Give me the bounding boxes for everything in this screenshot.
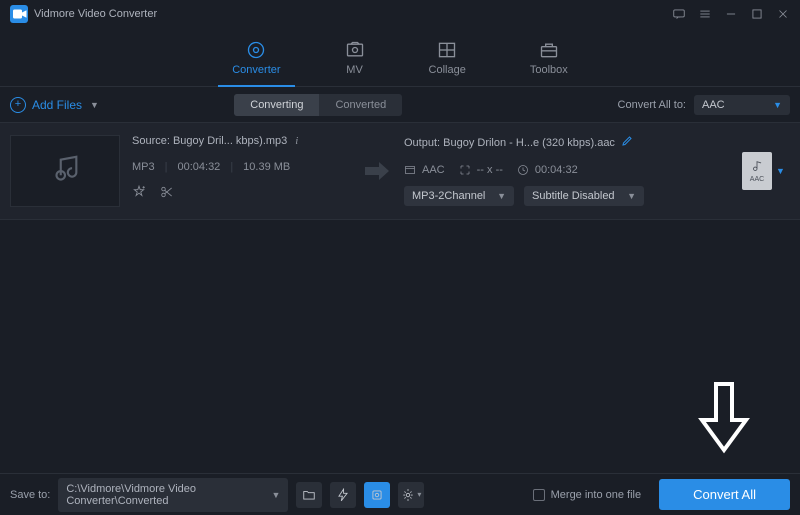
- sub-toolbar: + Add Files ▼ Converting Converted Conve…: [0, 87, 800, 123]
- music-note-icon: [750, 160, 764, 174]
- output-resolution: -- x --: [477, 164, 503, 176]
- maximize-button[interactable]: [750, 7, 764, 21]
- chevron-down-icon: ▼: [627, 191, 636, 201]
- main-tabs: Converter MV Collage Toolbox: [0, 28, 800, 87]
- tab-mv[interactable]: MV: [341, 34, 369, 86]
- app-title: Vidmore Video Converter: [34, 8, 157, 20]
- tab-label: Collage: [429, 64, 466, 76]
- merge-label: Merge into one file: [551, 489, 642, 501]
- feedback-icon[interactable]: [672, 7, 686, 21]
- open-folder-button[interactable]: [296, 482, 322, 508]
- subtitle-select[interactable]: Subtitle Disabled▼: [524, 186, 644, 206]
- music-note-icon: [48, 154, 82, 188]
- trim-icon[interactable]: [160, 185, 174, 199]
- converter-icon: [246, 40, 266, 60]
- checkbox-box: [533, 489, 545, 501]
- convert-all-to-label: Convert All to:: [618, 99, 686, 111]
- footer-bar: Save to: C:\Vidmore\Vidmore Video Conver…: [0, 473, 800, 515]
- close-button[interactable]: [776, 7, 790, 21]
- edit-icon[interactable]: [621, 135, 633, 150]
- output-filename: Output: Bugoy Drilon - H...e (320 kbps).…: [404, 137, 615, 149]
- status-segmented: Converting Converted: [234, 94, 402, 116]
- speed-button[interactable]: [330, 482, 356, 508]
- chevron-down-icon: ▼: [271, 490, 280, 500]
- chevron-down-icon: ▼: [773, 100, 782, 110]
- file-row: Source: Bugoy Dril... kbps).mp3 i MP3| 0…: [0, 123, 800, 220]
- menu-icon[interactable]: [698, 7, 712, 21]
- settings-button[interactable]: ▾: [398, 482, 424, 508]
- callout-arrow-icon: [696, 380, 752, 461]
- format-icon: [404, 164, 416, 176]
- tab-converter[interactable]: Converter: [228, 34, 284, 86]
- convert-all-to-value: AAC: [702, 99, 725, 111]
- effects-icon[interactable]: [132, 185, 146, 199]
- tab-toolbox[interactable]: Toolbox: [526, 34, 572, 86]
- add-files-label: Add Files: [32, 98, 82, 112]
- seg-converting[interactable]: Converting: [234, 94, 319, 116]
- resolution-icon: [459, 164, 471, 176]
- source-format: MP3: [132, 161, 155, 173]
- source-size: 10.39 MB: [243, 161, 290, 173]
- target-format-badge: AAC: [750, 176, 764, 183]
- save-to-label: Save to:: [10, 489, 50, 501]
- tab-label: MV: [346, 64, 363, 76]
- arrow-icon: [362, 162, 392, 180]
- save-path-value: C:\Vidmore\Vidmore Video Converter\Conve…: [66, 483, 271, 507]
- seg-converted[interactable]: Converted: [319, 94, 402, 116]
- minimize-button[interactable]: [724, 7, 738, 21]
- chevron-down-icon: ▼: [90, 100, 99, 110]
- output-format-tile[interactable]: AAC: [742, 152, 772, 190]
- source-duration: 00:04:32: [177, 161, 220, 173]
- app-logo-icon: [10, 5, 28, 23]
- tab-collage[interactable]: Collage: [425, 34, 470, 86]
- source-filename: Source: Bugoy Dril... kbps).mp3: [132, 135, 287, 147]
- add-files-button[interactable]: + Add Files ▼: [10, 97, 99, 113]
- file-thumbnail[interactable]: [10, 135, 120, 207]
- clock-icon: [517, 164, 529, 176]
- output-duration: 00:04:32: [535, 164, 578, 176]
- tab-label: Converter: [232, 64, 280, 76]
- plus-icon: +: [10, 97, 26, 113]
- tab-label: Toolbox: [530, 64, 568, 76]
- mv-icon: [345, 40, 365, 60]
- info-icon[interactable]: i: [295, 135, 298, 147]
- convert-all-to-select[interactable]: AAC ▼: [694, 95, 790, 115]
- title-bar: Vidmore Video Converter: [0, 0, 800, 28]
- save-path-select[interactable]: C:\Vidmore\Vidmore Video Converter\Conve…: [58, 478, 288, 512]
- convert-all-button[interactable]: Convert All: [659, 479, 790, 510]
- merge-checkbox[interactable]: Merge into one file: [533, 489, 642, 501]
- collage-icon: [437, 40, 457, 60]
- chevron-down-icon[interactable]: ▼: [776, 166, 785, 176]
- output-format: AAC: [422, 164, 445, 176]
- chevron-down-icon: ▼: [497, 191, 506, 201]
- toolbox-icon: [539, 40, 559, 60]
- audio-track-select[interactable]: MP3-2Channel▼: [404, 186, 514, 206]
- gpu-accel-button[interactable]: [364, 482, 390, 508]
